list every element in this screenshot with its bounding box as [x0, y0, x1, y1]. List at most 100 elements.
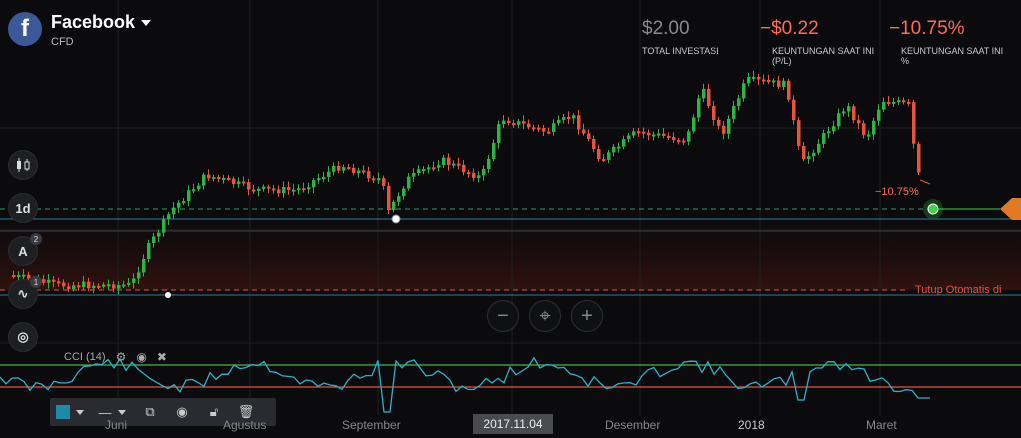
candle — [492, 142, 496, 159]
center-button[interactable]: ⌖ — [529, 300, 561, 332]
asset-selector[interactable]: f Facebook CFD — [8, 12, 152, 48]
candle — [267, 186, 271, 189]
candle — [392, 201, 396, 211]
candle — [817, 143, 821, 153]
candle — [327, 171, 331, 178]
candle — [442, 157, 446, 166]
timeframe-button[interactable]: 1d — [8, 193, 38, 223]
candle — [562, 117, 566, 120]
candle — [502, 120, 506, 125]
candle — [47, 279, 51, 283]
candle — [607, 152, 611, 160]
candle — [302, 188, 306, 191]
candle — [612, 146, 616, 153]
candle — [112, 284, 116, 289]
stat-current-pct: −10.75% KEUNTUNGAN SAAT INI % — [889, 18, 1004, 66]
candle — [767, 80, 771, 83]
candle — [527, 123, 531, 128]
eye-icon: ◉ — [176, 404, 188, 419]
x-axis-label: Maret — [866, 418, 897, 432]
candle — [427, 167, 431, 170]
x-axis-label: Agustus — [223, 418, 267, 432]
entry-marker — [165, 292, 171, 298]
candle — [252, 189, 256, 192]
asset-name: Facebook — [51, 12, 136, 32]
candle — [692, 117, 696, 132]
visibility-button[interactable]: ◉ — [166, 398, 198, 426]
indicator-name: CCI (14) — [64, 351, 106, 363]
candle — [867, 134, 871, 137]
candle — [162, 218, 166, 233]
candle — [572, 115, 576, 119]
candle — [697, 98, 701, 118]
candle — [172, 207, 176, 215]
candle — [462, 164, 466, 173]
chart-settings-button[interactable]: ◎ — [8, 322, 38, 352]
candle — [262, 186, 266, 189]
candle — [557, 119, 561, 124]
chevron-down-icon[interactable] — [141, 19, 152, 26]
candle — [897, 100, 901, 103]
indicators-button[interactable]: ∿ 1 — [8, 276, 42, 309]
candle — [647, 132, 651, 136]
candle — [447, 157, 451, 165]
candle — [677, 140, 681, 143]
candle — [772, 80, 776, 83]
color-picker[interactable] — [50, 398, 90, 426]
zoom-out-button[interactable]: − — [487, 300, 519, 332]
candle — [877, 109, 881, 121]
candle — [787, 80, 791, 100]
chevron-down-icon — [117, 409, 126, 415]
candle — [827, 131, 831, 134]
candle — [522, 121, 526, 124]
candle — [457, 163, 461, 166]
candle — [532, 127, 536, 130]
candle — [742, 83, 746, 99]
candle — [117, 284, 121, 289]
gear-icon[interactable]: ⚙ — [116, 350, 127, 364]
close-icon[interactable]: ✖ — [157, 350, 167, 364]
candle — [247, 182, 251, 190]
candle — [337, 165, 341, 171]
candle — [582, 129, 586, 134]
drawing-tools-button[interactable]: A 2 — [8, 233, 42, 266]
candle — [487, 158, 491, 169]
candle — [127, 282, 131, 285]
candle — [402, 188, 406, 197]
duplicate-button[interactable]: ⧉ — [134, 398, 166, 426]
candle — [227, 177, 231, 180]
candle — [182, 201, 186, 204]
indicators-badge: 1 — [30, 276, 42, 288]
candle — [567, 117, 571, 120]
candle — [907, 101, 911, 104]
candle — [512, 123, 516, 126]
candle — [87, 281, 91, 289]
candle — [617, 146, 621, 149]
candle — [52, 279, 56, 282]
candle — [257, 188, 261, 191]
candle — [212, 177, 216, 180]
candle — [382, 178, 386, 186]
candle — [17, 275, 21, 278]
candle — [167, 214, 171, 219]
candle — [342, 167, 346, 171]
zoom-in-button[interactable]: + — [571, 300, 603, 332]
candle — [412, 173, 416, 177]
candle — [832, 126, 836, 132]
candle — [837, 113, 841, 127]
candle — [717, 119, 721, 126]
candle — [152, 236, 156, 243]
candle — [857, 120, 861, 124]
candle — [812, 152, 816, 157]
facebook-logo-icon: f — [8, 12, 42, 46]
candle — [97, 285, 101, 288]
open-marker — [391, 214, 401, 224]
candle — [242, 181, 246, 184]
candle — [737, 98, 741, 106]
candle — [802, 145, 806, 160]
candle — [422, 169, 426, 172]
chart-type-button[interactable] — [8, 150, 38, 180]
candle — [282, 186, 286, 194]
candle — [657, 133, 661, 136]
eye-icon[interactable]: ◉ — [136, 350, 146, 364]
